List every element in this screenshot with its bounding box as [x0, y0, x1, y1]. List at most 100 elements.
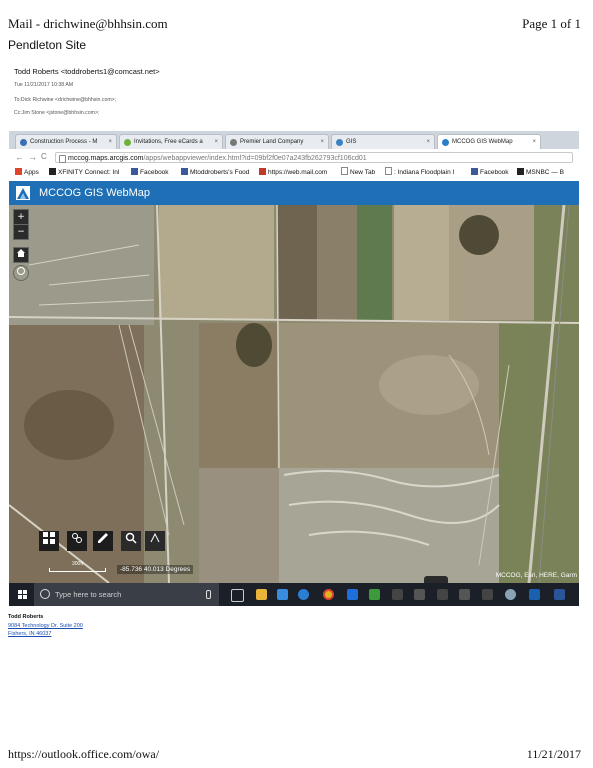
map-attribution: MCCOG, Esri, HERE, Garm: [495, 572, 577, 579]
tab-construction-process[interactable]: Construction Process - M ×: [15, 134, 117, 149]
tab-label: MCCOG GIS WebMap: [452, 139, 513, 145]
bookmark-label: : Indiana Floodplain I: [394, 169, 455, 176]
pencil-icon: [98, 533, 108, 543]
print-footer-date: 11/21/2017: [526, 747, 581, 761]
app-icon[interactable]: [369, 589, 380, 600]
back-icon[interactable]: ←: [15, 152, 24, 162]
tab-label: GIS: [346, 139, 357, 145]
close-icon[interactable]: ×: [214, 135, 218, 149]
bookmark-facebook-2[interactable]: Facebook: [471, 166, 509, 180]
to-prefix: To:: [14, 97, 21, 103]
cc-prefix: Cc:: [14, 110, 22, 116]
bookmark-label: New Tab: [350, 169, 376, 176]
microphone-icon[interactable]: [206, 590, 211, 599]
windows-taskbar: Type here to search: [9, 583, 579, 606]
app-icon[interactable]: [482, 589, 493, 600]
tab-premier-land[interactable]: Premier Land Company ×: [225, 134, 329, 149]
screenshot-attachment: Construction Process - M × Invitations, F…: [9, 131, 579, 606]
reload-icon[interactable]: C: [41, 152, 47, 161]
app-icon[interactable]: [505, 589, 516, 600]
taskbar-search-input[interactable]: Type here to search: [34, 583, 219, 606]
home-icon: [17, 249, 25, 257]
tab-label: Invitations, Free eCards a: [134, 139, 203, 145]
forward-icon[interactable]: →: [28, 152, 37, 162]
bookmark-label: XFINITY Connect: Inl: [58, 169, 120, 176]
close-icon[interactable]: ×: [320, 135, 324, 149]
home-button[interactable]: [13, 247, 29, 263]
dropbox-icon[interactable]: [347, 589, 358, 600]
print-footer-url: https://outlook.office.com/owa/: [8, 747, 160, 761]
tab-mccog-webmap[interactable]: MCCOG GIS WebMap ×: [437, 134, 541, 149]
bookmark-new-tab[interactable]: New Tab: [341, 166, 375, 180]
draw-icon: [150, 532, 160, 543]
aerial-imagery: [9, 205, 579, 583]
measure-button[interactable]: [93, 531, 113, 551]
bookmark-floodplain[interactable]: : Indiana Floodplain I: [385, 166, 454, 180]
tab-favicon: [336, 139, 343, 146]
tab-favicon: [442, 139, 449, 146]
word-icon[interactable]: [554, 589, 565, 600]
bookmark-label: Mtoddroberts's Food: [190, 169, 250, 176]
tab-invitations[interactable]: Invitations, Free eCards a ×: [119, 134, 223, 149]
layers-icon: [72, 533, 82, 543]
tab-favicon: [230, 139, 237, 146]
bookmark-label: Facebook: [480, 169, 509, 176]
bookmark-facebook[interactable]: Facebook: [131, 166, 169, 180]
page-icon: [341, 167, 348, 175]
bookmark-webmail[interactable]: https://web.mail.com: [259, 166, 327, 180]
grid-icon: [43, 532, 55, 544]
cc-recipient: Jim Stone <jstone@bhhsin.com>;: [21, 110, 100, 116]
task-view-icon[interactable]: [231, 589, 244, 602]
edge-icon[interactable]: [298, 589, 309, 600]
bookmark-label: https://web.mail.com: [268, 169, 328, 176]
bookmark-msnbc[interactable]: MSNBC — B: [517, 166, 564, 180]
store-icon[interactable]: [277, 589, 288, 600]
draw-button[interactable]: [145, 531, 165, 551]
tab-gis[interactable]: GIS ×: [331, 134, 435, 149]
tab-label: Premier Land Company: [240, 139, 304, 145]
app-icon[interactable]: [414, 589, 425, 600]
app-icon[interactable]: [392, 589, 403, 600]
close-icon[interactable]: ×: [108, 135, 112, 149]
app-icon[interactable]: [437, 589, 448, 600]
signature-name: Todd Roberts: [8, 614, 44, 620]
bookmarks-bar: Apps XFINITY Connect: Inl Facebook Mtodd…: [9, 166, 579, 182]
scale-bar-label: 300ft: [72, 561, 84, 567]
zoom-in-button[interactable]: +: [13, 209, 29, 225]
outlook-icon[interactable]: [529, 589, 540, 600]
print-header-title: Mail - drichwine@bhhsin.com: [8, 16, 168, 31]
bookmark-label: MSNBC — B: [526, 169, 564, 176]
layer-list-button[interactable]: [67, 531, 87, 551]
windows-start-icon[interactable]: [18, 590, 27, 599]
locate-icon: [17, 267, 25, 275]
apps-grid-icon: [15, 168, 22, 175]
app-title: MCCOG GIS WebMap: [39, 187, 151, 199]
tab-favicon: [124, 139, 131, 146]
xfinity-icon: [49, 168, 56, 175]
close-icon[interactable]: ×: [532, 135, 536, 149]
app-logo-icon: [16, 186, 30, 200]
expand-handle[interactable]: [424, 576, 448, 583]
zoom-out-button[interactable]: −: [13, 224, 29, 240]
scale-bar: [49, 568, 106, 572]
bookmark-xfinity[interactable]: XFINITY Connect: Inl: [49, 166, 119, 180]
url-host: mccog.maps.arcgis.com: [68, 155, 144, 162]
url-input[interactable]: mccog.maps.arcgis.com/apps/webappviewer/…: [55, 152, 573, 163]
file-explorer-icon[interactable]: [256, 589, 267, 600]
close-icon[interactable]: ×: [426, 135, 430, 149]
url-path: /apps/webappviewer/index.html?id=09bf2f0…: [143, 155, 367, 162]
chrome-icon[interactable]: [323, 589, 334, 600]
basemap-gallery-button[interactable]: [39, 531, 59, 551]
locate-button[interactable]: [13, 265, 29, 281]
email-date: Tue 11/21/2017 10:38 AM: [14, 82, 74, 88]
bookmark-food[interactable]: Mtoddroberts's Food: [181, 166, 249, 180]
bookmark-apps[interactable]: Apps: [15, 166, 39, 180]
search-placeholder: Type here to search: [55, 590, 122, 599]
satellite-map[interactable]: + − 300ft -85.736 40.013 Degrees MCCOG, …: [9, 205, 579, 583]
search-icon: [125, 532, 137, 544]
address-bar-row: ← → C mccog.maps.arcgis.com/apps/webappv…: [9, 149, 579, 166]
signature-address-link[interactable]: 9084 Technology Dr. Suite 200: [8, 623, 83, 629]
signature-city-link[interactable]: Fishers, IN 46037: [8, 631, 51, 637]
app-icon[interactable]: [459, 589, 470, 600]
search-button[interactable]: [121, 531, 141, 551]
